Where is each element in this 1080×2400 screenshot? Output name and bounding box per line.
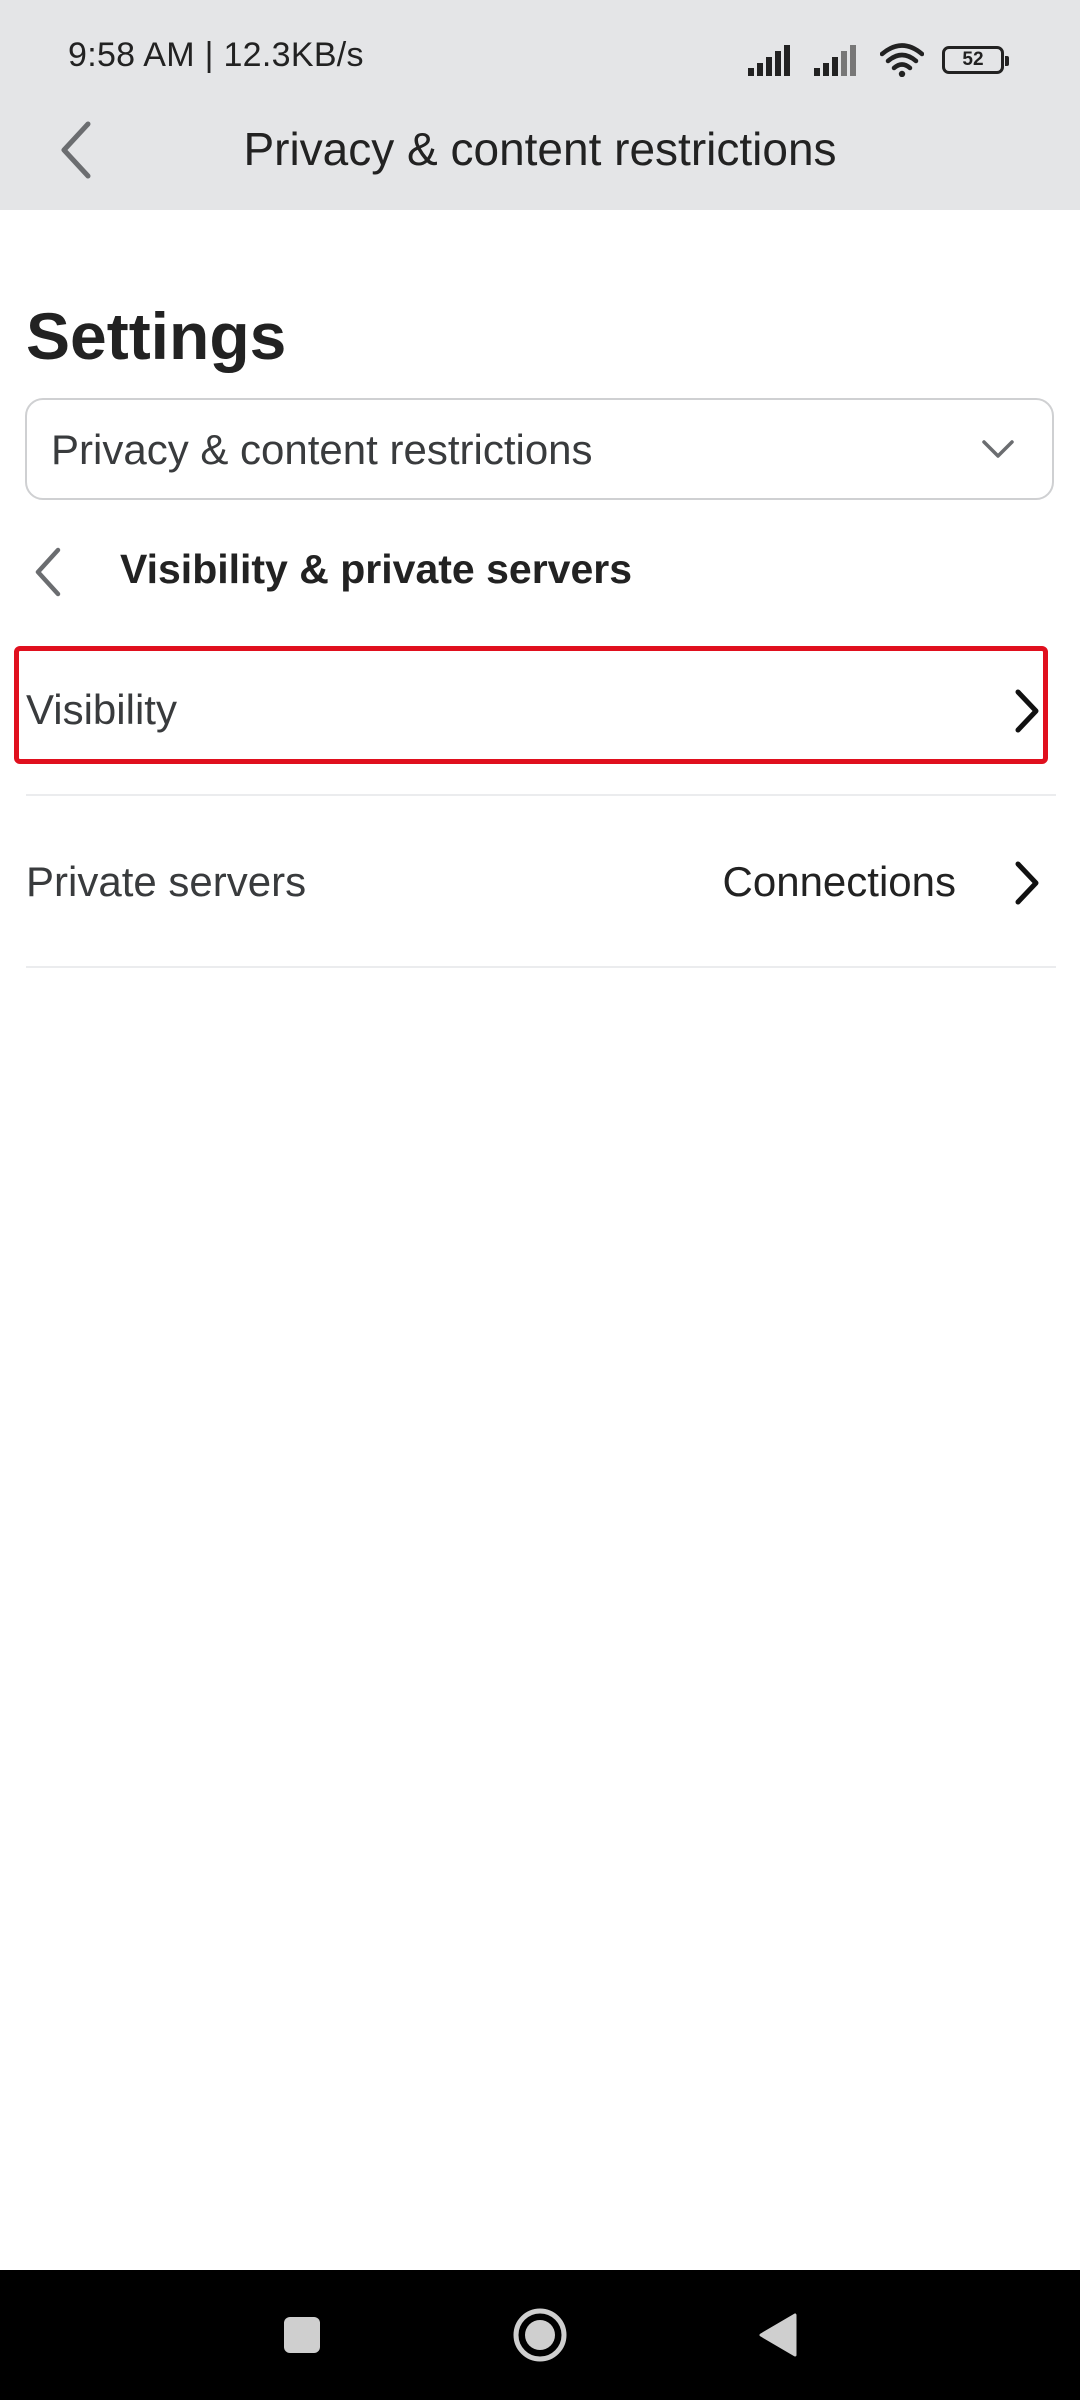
chevron-down-icon bbox=[982, 440, 1014, 458]
battery-icon: 52 bbox=[942, 46, 1009, 74]
row-value: Connections bbox=[722, 858, 956, 905]
status-time: 9:58 AM | 12.3KB/s bbox=[68, 36, 364, 74]
wifi-icon bbox=[880, 43, 924, 77]
chevron-left-icon[interactable] bbox=[28, 544, 68, 600]
divider bbox=[26, 966, 1056, 968]
section-title: Visibility & private servers bbox=[120, 546, 633, 592]
recents-square-icon bbox=[284, 2317, 320, 2353]
page-title: Settings bbox=[26, 299, 287, 373]
highlight-box bbox=[14, 646, 1048, 764]
signal-icon bbox=[814, 45, 856, 76]
chevron-right-icon bbox=[1015, 861, 1039, 905]
signal-icon bbox=[748, 45, 790, 76]
home-circle-icon bbox=[513, 2308, 567, 2362]
back-nav-button[interactable] bbox=[718, 2270, 838, 2400]
row-label: Private servers bbox=[26, 858, 307, 905]
category-dropdown[interactable]: Privacy & content restrictions bbox=[25, 398, 1054, 500]
status-icons: 52 bbox=[748, 40, 1009, 80]
recents-button[interactable] bbox=[242, 2270, 362, 2400]
system-nav-bar bbox=[0, 2270, 1080, 2400]
divider bbox=[26, 794, 1056, 796]
back-triangle-icon bbox=[759, 2313, 797, 2357]
dropdown-selected-value: Privacy & content restrictions bbox=[51, 426, 593, 473]
top-bar: 9:58 AM | 12.3KB/s 52 Privacy & content … bbox=[0, 0, 1080, 210]
battery-level: 52 bbox=[962, 49, 984, 70]
app-bar-title: Privacy & content restrictions bbox=[243, 123, 837, 175]
private-servers-row[interactable]: Private servers Connections bbox=[26, 830, 1056, 934]
home-button[interactable] bbox=[480, 2270, 600, 2400]
